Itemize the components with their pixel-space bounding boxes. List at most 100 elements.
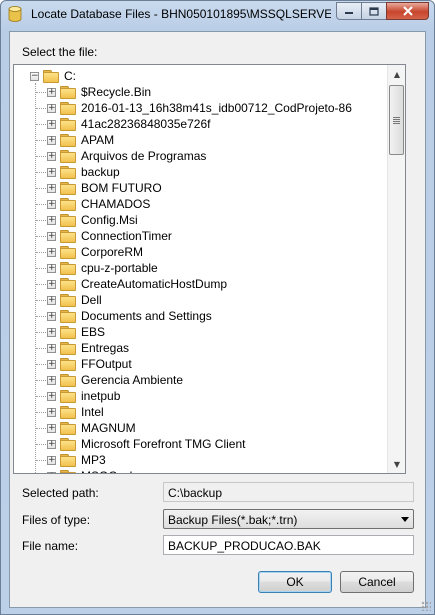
expand-icon[interactable]: + [47,119,56,129]
scroll-grip-icon [393,116,400,124]
collapse-icon[interactable]: − [30,71,39,81]
expand-icon[interactable]: + [47,87,56,97]
folder-icon [60,277,76,291]
tree-folder-label: inetpub [81,389,121,403]
expand-icon[interactable]: + [47,359,56,369]
scroll-down-button[interactable]: ▼ [389,456,405,472]
tree-folder-item[interactable]: + inetpub [47,388,120,404]
expand-icon[interactable]: + [47,231,56,241]
tree-folder-label: Arquivos de Programas [81,149,207,163]
tree-folder-item[interactable]: + Entregas [47,340,129,356]
folder-icon [60,213,76,227]
expand-icon[interactable]: + [47,423,56,433]
scroll-up-button[interactable]: ▲ [389,66,405,82]
tree-folder-item[interactable]: + Arquivos de Programas [47,148,206,164]
folder-icon [60,405,76,419]
expand-icon[interactable]: + [47,407,56,417]
tree-folder-item[interactable]: + EBS [47,324,105,340]
tree-folder-item[interactable]: +41ac28236848035e726f [47,116,210,132]
tree-folder-label: backup [81,165,120,179]
tree-folder-item[interactable]: + ConnectionTimer [47,228,172,244]
tree-folder-item[interactable]: + backup [47,164,120,180]
select-file-label: Select the file: [22,45,98,59]
expand-icon[interactable]: + [47,311,56,321]
selected-path-label: Selected path: [22,486,99,500]
expand-icon[interactable]: + [47,151,56,161]
file-name-label: File name: [22,539,79,553]
expand-icon[interactable]: + [47,455,56,465]
maximize-button[interactable] [361,2,387,20]
expand-icon[interactable]: + [47,183,56,193]
expand-icon[interactable]: + [47,327,56,337]
file-tree-view[interactable]: − C: + $Recycle.Bin +2016-01-13_16h38m41s_… [14,65,387,473]
tree-folder-label: Microsoft Forefront TMG Client [81,437,246,451]
minimize-button[interactable] [336,2,362,20]
expand-icon[interactable]: + [47,167,56,177]
tree-folder-item[interactable]: + CorporeRM [47,244,143,260]
resize-grip-icon[interactable] [421,601,431,611]
folder-icon [60,437,76,451]
tree-folder-item[interactable]: + Dell [47,292,102,308]
tree-folder-item[interactable]: + cpu-z-portable [47,260,158,276]
tree-folder-item[interactable]: + $Recycle.Bin [47,84,151,100]
cancel-button[interactable]: Cancel [340,571,414,593]
files-of-type-label: Files of type: [22,513,91,527]
tree-folder-item[interactable]: + CreateAutomaticHostDump [47,276,227,292]
tree-connector-line [35,83,36,473]
expand-icon[interactable]: + [47,391,56,401]
expand-icon[interactable]: + [47,279,56,289]
tree-folder-item[interactable]: + CHAMADOS [47,196,150,212]
files-of-type-select[interactable]: Backup Files(*.bak;*.trn) [163,509,414,529]
title-bar[interactable]: Locate Database Files - BHN050101895\MSS… [1,1,434,29]
tree-folder-item[interactable]: + MSOCache [47,468,143,473]
tree-folder-label: cpu-z-portable [81,261,158,275]
folder-icon [60,149,76,163]
tree-folder-item[interactable]: + MAGNUM [47,420,136,436]
expand-icon[interactable]: + [47,263,56,273]
tree-vertical-scrollbar[interactable]: ▲ ▼ [387,65,405,473]
folder-icon [60,373,76,387]
tree-folder-item[interactable]: +2016-01-13_16h38m41s_idb00712_CodProjet… [47,100,352,116]
tree-folder-item[interactable]: + Gerencia Ambiente [47,372,183,388]
folder-open-icon [43,69,59,83]
folder-icon [60,197,76,211]
tree-folder-item[interactable]: + BOM FUTURO [47,180,162,196]
tree-folder-item[interactable]: + Config.Msi [47,212,138,228]
expand-icon[interactable]: + [47,439,56,449]
folder-icon [60,309,76,323]
maximize-icon [369,6,379,16]
file-name-input[interactable]: BACKUP_PRODUCAO.BAK [163,535,414,555]
tree-folder-item[interactable]: + Documents and Settings [47,308,212,324]
expand-icon[interactable]: + [47,471,56,473]
tree-folder-item[interactable]: + Microsoft Forefront TMG Client [47,436,245,452]
tree-folder-label: Dell [81,293,102,307]
expand-icon[interactable]: + [47,295,56,305]
tree-folder-item[interactable]: + MP3 [47,452,106,468]
scroll-thumb[interactable] [389,85,404,155]
tree-folder-item[interactable]: + Intel [47,404,104,420]
tree-root-node[interactable]: − C: [30,68,76,84]
expand-icon[interactable]: + [47,215,56,225]
tree-folder-label: CorporeRM [81,245,144,259]
minimize-icon [345,12,353,14]
database-icon [8,6,22,22]
file-tree[interactable]: − C: + $Recycle.Bin +2016-01-13_16h38m41s_… [13,64,406,474]
folder-icon [60,261,76,275]
expand-icon[interactable]: + [47,103,56,113]
close-button[interactable] [386,2,429,20]
dropdown-arrow-icon [401,517,409,522]
folder-icon [60,453,76,467]
tree-folder-item[interactable]: + APAM [47,132,114,148]
tree-folder-item[interactable]: + FFOutput [47,356,132,372]
close-icon [402,6,413,16]
expand-icon[interactable]: + [47,135,56,145]
ok-button[interactable]: OK [258,571,332,593]
expand-icon[interactable]: + [47,247,56,257]
expand-icon[interactable]: + [47,199,56,209]
expand-icon[interactable]: + [47,343,56,353]
tree-folder-label: ConnectionTimer [81,229,172,243]
tree-folder-label: MP3 [81,453,106,467]
expand-icon[interactable]: + [47,375,56,385]
tree-folder-label: Intel [81,405,104,419]
scroll-up-arrow-icon: ▲ [393,69,401,79]
